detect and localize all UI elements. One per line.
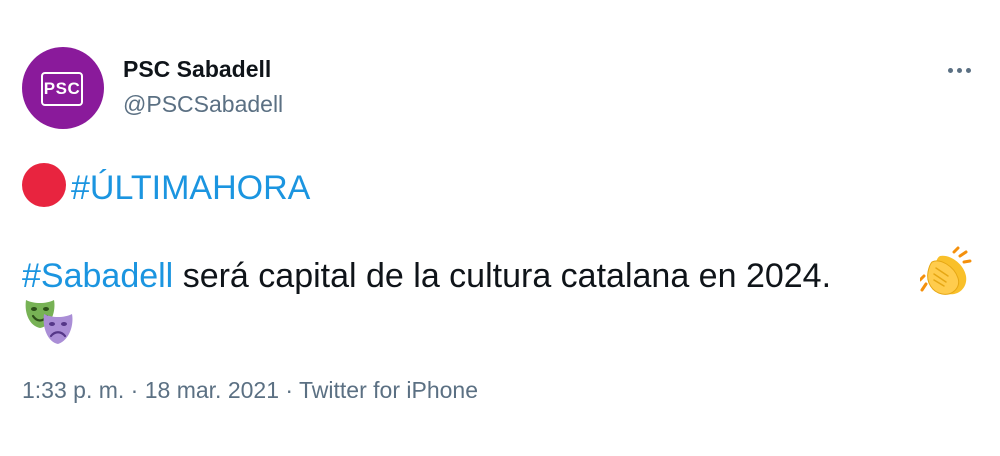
display-name[interactable]: PSC Sabadell	[123, 55, 271, 83]
red-circle-icon	[22, 163, 66, 207]
tweet-line-2: #Sabadell será capital de la cultura cat…	[22, 254, 831, 298]
tweet-meta: 1:33 p. m. · 18 mar. 2021 · Twitter for …	[22, 376, 478, 404]
tweet-time[interactable]: 1:33 p. m.	[22, 377, 124, 403]
tweet-card: PSC PSC Sabadell @PSCSabadell #ÚLTIMAHOR…	[0, 0, 1000, 456]
hashtag-ultimahora[interactable]: #ÚLTIMAHORA	[71, 169, 310, 207]
more-dot	[966, 68, 971, 73]
clapping-hands-icon	[920, 246, 972, 295]
meta-separator: ·	[279, 377, 300, 403]
tweet-date[interactable]: 18 mar. 2021	[145, 377, 279, 403]
performing-arts-icon	[25, 300, 73, 344]
user-handle[interactable]: @PSCSabadell	[123, 90, 283, 118]
meta-separator: ·	[124, 377, 145, 403]
more-options-button[interactable]	[942, 64, 976, 78]
psc-logo: PSC	[41, 72, 83, 106]
more-dot	[957, 68, 962, 73]
tweet-text: será capital de la cultura catalana en 2…	[173, 257, 832, 295]
tweet-source[interactable]: Twitter for iPhone	[299, 377, 478, 403]
hashtag-sabadell[interactable]: #Sabadell	[22, 257, 173, 295]
more-horizontal-icon	[948, 68, 953, 73]
avatar[interactable]: PSC	[22, 47, 104, 129]
tweet-line-1: #ÚLTIMAHORA	[22, 163, 310, 209]
